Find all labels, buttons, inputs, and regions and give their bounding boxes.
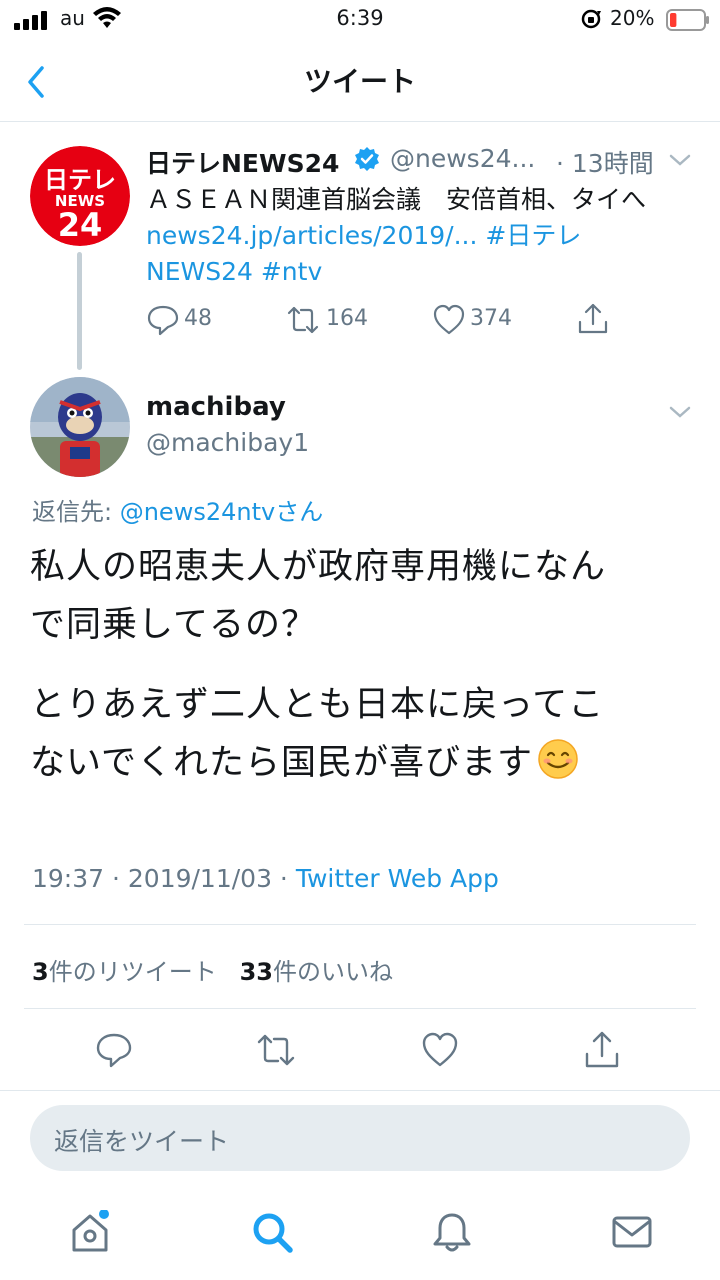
parent-tweet-time: · 13時間 bbox=[556, 149, 654, 178]
retweet-stat-label: 件のリツイート bbox=[48, 958, 217, 986]
tweet-body-paragraph-2: とりあえず二人とも日本に戻ってこ ないでくれたら国民が喜びます bbox=[30, 676, 690, 792]
parent-like-count: 374 bbox=[470, 306, 512, 331]
tweet-author-handle[interactable]: @machibay1 bbox=[146, 428, 309, 457]
retweet-icon[interactable] bbox=[256, 1030, 296, 1070]
tweet-author-name[interactable]: machibay bbox=[146, 392, 286, 422]
avatar-logo-text-top: 日テレ bbox=[44, 166, 116, 194]
share-icon[interactable] bbox=[582, 1030, 622, 1070]
tweet-body-line: ないでくれたら国民が喜びます bbox=[30, 743, 533, 783]
verified-badge-icon bbox=[355, 147, 379, 171]
orientation-lock-icon bbox=[581, 9, 601, 29]
like-icon[interactable] bbox=[420, 1030, 460, 1070]
parent-tweet-link[interactable]: news24.jp/articles/2019/... bbox=[146, 221, 477, 250]
tweet-source-link[interactable]: Twitter Web App bbox=[296, 864, 499, 893]
like-stat[interactable]: 33件のいいね bbox=[240, 958, 393, 986]
tweet-timestamp: 19:37 · 2019/11/03 · bbox=[32, 864, 296, 893]
parent-reply-count: 48 bbox=[184, 306, 212, 331]
tweet-meta: 19:37 · 2019/11/03 · Twitter Web App bbox=[32, 864, 499, 893]
like-count: 33 bbox=[239, 958, 273, 986]
search-icon[interactable] bbox=[250, 1210, 294, 1254]
parent-tweet-text-line: ＡＳＥＡＮ関連首脳会議 安倍首相、タイへ bbox=[146, 185, 647, 214]
tweet-stats: 3件のリツイート 33件のいいね bbox=[32, 952, 393, 987]
chevron-down-icon[interactable] bbox=[666, 400, 694, 424]
news24-avatar[interactable]: 日テレ NEWS 24 bbox=[30, 146, 130, 246]
retweet-stat[interactable]: 3件のリツイート bbox=[32, 958, 217, 986]
battery-icon bbox=[666, 9, 709, 31]
tweet-body-line: とりあえず二人とも日本に戻ってこ bbox=[30, 685, 605, 725]
notifications-icon[interactable] bbox=[430, 1210, 474, 1254]
hashtag-ntv-link[interactable]: #ntv bbox=[261, 257, 322, 286]
machibay-avatar[interactable] bbox=[30, 377, 130, 477]
parent-retweet-count: 164 bbox=[326, 306, 368, 331]
page-title: ツイート bbox=[303, 65, 416, 98]
reply-to-line: 返信先: @news24ntvさん bbox=[32, 492, 323, 527]
reply-input-placeholder: 返信をツイート bbox=[54, 1127, 230, 1156]
like-icon[interactable] bbox=[432, 303, 466, 337]
avatar-logo-text-bottom: 24 bbox=[58, 206, 103, 244]
reply-icon[interactable] bbox=[94, 1030, 134, 1070]
tweet-body-line: 私人の昭恵夫人が政府専用機になん bbox=[30, 547, 607, 587]
retweet-icon[interactable] bbox=[286, 303, 320, 337]
divider bbox=[24, 1008, 696, 1009]
notification-dot bbox=[99, 1210, 109, 1219]
home-icon[interactable] bbox=[68, 1210, 112, 1254]
messages-icon[interactable] bbox=[610, 1210, 654, 1254]
share-icon[interactable] bbox=[576, 302, 610, 336]
tweet-body-line: で同乗してるの？ bbox=[30, 605, 317, 645]
battery-percent: 20% bbox=[610, 6, 655, 30]
parent-author-name[interactable]: 日テレNEWS24 bbox=[146, 144, 339, 180]
thread-connector-line bbox=[77, 252, 82, 370]
retweet-count: 3 bbox=[32, 958, 49, 986]
status-bar: au 6:39 20% bbox=[0, 0, 720, 40]
chevron-down-icon[interactable] bbox=[666, 148, 694, 172]
hashtag-link[interactable]: #日テレ bbox=[485, 221, 581, 250]
parent-tweet-text: ＡＳＥＡＮ関連首脳会議 安倍首相、タイへ news24.jp/articles/… bbox=[146, 182, 706, 290]
smiling-face-emoji-icon bbox=[538, 739, 578, 779]
divider bbox=[24, 924, 696, 925]
reply-to-handle[interactable]: @news24ntvさん bbox=[120, 498, 323, 526]
tweet-body-paragraph-1: 私人の昭恵夫人が政府専用機になん で同乗してるの？ bbox=[30, 538, 690, 654]
reply-to-label: 返信先: bbox=[32, 498, 120, 526]
like-stat-label: 件のいいね bbox=[273, 958, 393, 986]
hashtag-link-continued[interactable]: NEWS24 bbox=[146, 257, 253, 286]
reply-icon[interactable] bbox=[146, 303, 180, 337]
parent-author-handle[interactable]: @news24... bbox=[390, 144, 535, 173]
